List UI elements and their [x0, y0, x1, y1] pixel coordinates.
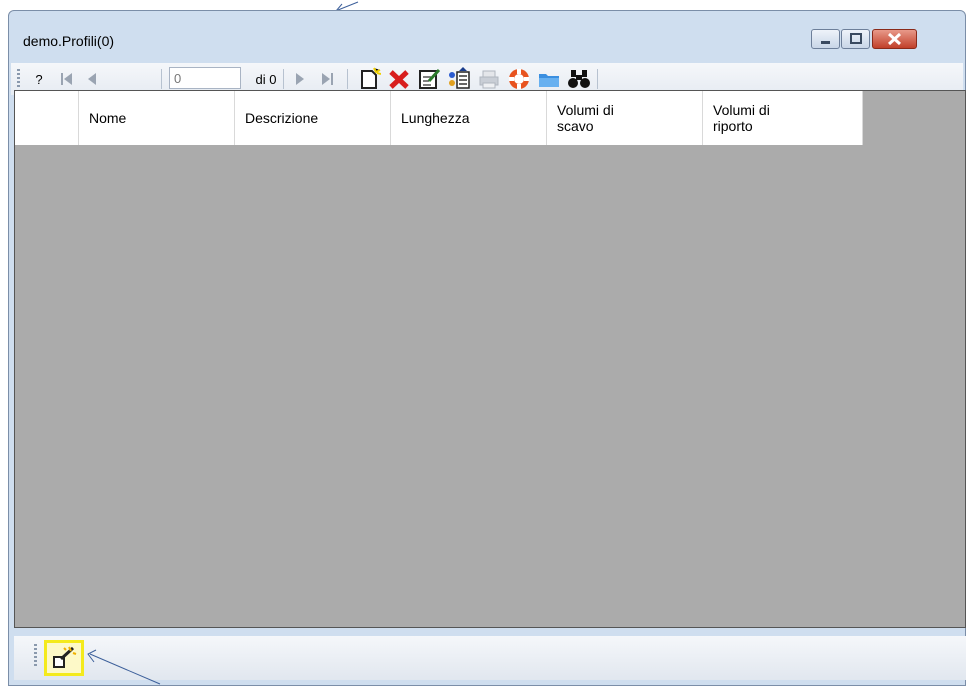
toolbar-grip[interactable] [34, 644, 37, 666]
row-header-corner[interactable] [15, 91, 79, 145]
toolbar-separator [597, 69, 598, 89]
title-bar: demo.Profili(0) [9, 11, 965, 61]
toolbar-grip[interactable] [17, 69, 20, 87]
last-record-icon [322, 73, 333, 85]
column-header-volumi-riporto[interactable]: Volumi di riporto [703, 91, 863, 145]
first-record-icon [61, 73, 72, 85]
minimize-icon [821, 41, 830, 44]
binoculars-icon [568, 70, 590, 88]
column-header-volumi-scavo[interactable]: Volumi di scavo [547, 91, 703, 145]
grid-header: Nome Descrizione Lunghezza Volumi di sca… [15, 91, 863, 145]
toolbar-separator [161, 69, 162, 89]
report-icon [449, 67, 470, 89]
help-label: ? [35, 71, 43, 87]
magic-wand-icon [53, 646, 77, 668]
annotation-arrow-bottom [87, 649, 161, 685]
prev-record-icon [88, 73, 96, 85]
print-icon [479, 70, 499, 89]
toolbar-separator [283, 69, 284, 89]
column-header-nome[interactable]: Nome [79, 91, 235, 145]
column-header-lunghezza[interactable]: Lunghezza [391, 91, 547, 145]
delete-icon [389, 70, 409, 89]
maximize-button[interactable] [841, 29, 870, 49]
new-document-icon [361, 67, 381, 89]
column-header-descrizione[interactable]: Descrizione [235, 91, 391, 145]
window-title: demo.Profili(0) [23, 33, 115, 49]
lifebuoy-icon [509, 69, 529, 89]
toolbar-separator [347, 69, 348, 89]
wizard-button[interactable] [44, 640, 84, 676]
next-record-icon [296, 73, 304, 85]
edit-icon [419, 68, 441, 89]
minimize-button[interactable] [811, 29, 840, 49]
folder-icon [539, 74, 559, 87]
record-position-input[interactable] [169, 67, 241, 89]
close-button[interactable] [872, 29, 917, 49]
data-grid[interactable]: Nome Descrizione Lunghezza Volumi di sca… [14, 90, 966, 628]
maximize-icon [850, 33, 862, 44]
close-icon [887, 32, 902, 46]
